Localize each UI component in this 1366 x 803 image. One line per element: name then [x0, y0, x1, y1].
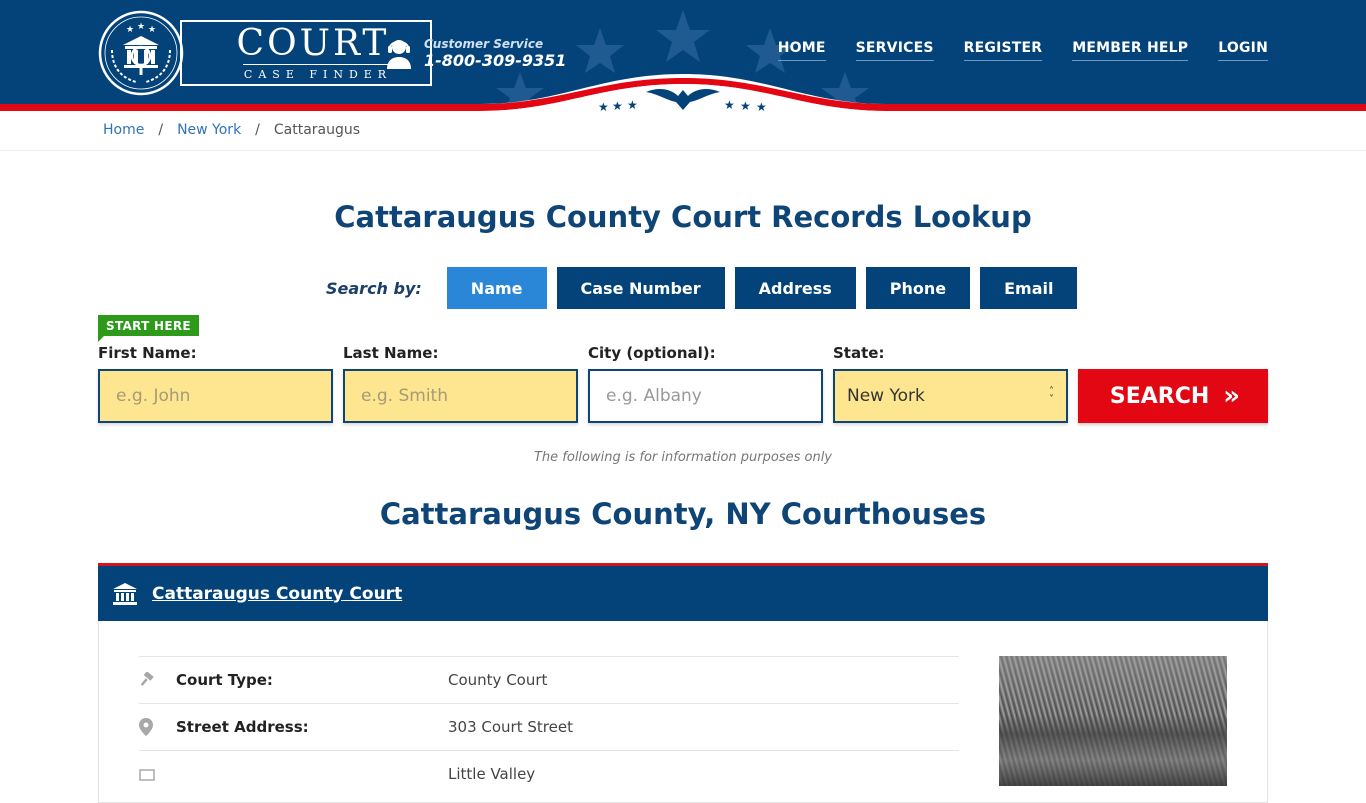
tab-phone[interactable]: Phone	[865, 267, 971, 309]
svg-text:★: ★	[598, 100, 609, 112]
svg-text:★: ★	[627, 98, 638, 112]
customer-service-phone[interactable]: 1-800-309-9351	[424, 51, 566, 70]
nav-services[interactable]: SERVICES	[855, 40, 934, 61]
last-name-label: Last Name:	[343, 344, 439, 362]
svg-text:★: ★	[740, 99, 751, 112]
city-input[interactable]: e.g. Albany	[588, 369, 823, 423]
city-group: City (optional): e.g. Albany	[588, 344, 823, 423]
svg-text:★: ★	[148, 25, 156, 35]
last-name-group: Last Name: e.g. Smith	[343, 344, 578, 423]
star-decoration	[656, 10, 710, 62]
city-icon	[139, 767, 176, 781]
courthouses-title: Cattaraugus County, NY Courthouses	[379, 497, 987, 531]
detail-label: Court Type:	[176, 671, 273, 689]
tab-name[interactable]: Name	[446, 267, 547, 309]
state-select-value: New York	[847, 386, 925, 406]
customer-service[interactable]: Customer Service 1-800-309-9351	[385, 36, 566, 70]
customer-service-label: Customer Service	[424, 36, 544, 51]
breadcrumb-home[interactable]: Home	[103, 122, 144, 138]
courthouse-icon	[113, 582, 137, 605]
logo-title: COURT	[236, 22, 390, 64]
detail-label: Street Address:	[176, 718, 309, 736]
first-name-input[interactable]: e.g. John	[98, 369, 333, 423]
last-name-input[interactable]: e.g. Smith	[343, 369, 578, 423]
svg-text:★: ★	[612, 99, 623, 112]
nav-login[interactable]: LOGIN	[1218, 40, 1268, 61]
map-pin-icon	[139, 718, 176, 736]
nav-home[interactable]: HOME	[777, 40, 826, 61]
svg-text:★: ★	[756, 100, 767, 112]
courthouse-emblem-icon: ★ ★ ★	[98, 10, 184, 96]
tab-email[interactable]: Email	[980, 267, 1078, 309]
breadcrumb-separator: /	[255, 122, 260, 138]
tab-case-number[interactable]: Case Number	[556, 267, 725, 309]
double-chevron-right-icon: »	[1223, 381, 1240, 411]
select-updown-icon: ˄ ˅	[1049, 386, 1054, 405]
breadcrumb-separator: /	[158, 122, 164, 138]
state-group: State: New York ˄ ˅	[833, 344, 1068, 423]
logo-divider	[243, 63, 393, 65]
state-label: State:	[833, 344, 885, 362]
info-disclaimer: The following is for information purpose…	[533, 450, 833, 465]
page-title: Cattaraugus County Court Records Lookup	[334, 200, 1032, 234]
court-card-header: Cattaraugus County Court	[98, 563, 1268, 621]
court-name-link[interactable]: Cattaraugus County Court	[152, 584, 402, 604]
site-logo[interactable]: ★ ★ ★ COURT CASE FINDER	[98, 10, 432, 96]
search-by-tabs: Search by: Name Case Number Address Phon…	[326, 267, 1087, 309]
breadcrumb-divider	[0, 150, 1366, 151]
detail-row-city: Little Valley	[139, 750, 959, 797]
nav-member-help[interactable]: MEMBER HELP	[1072, 40, 1189, 61]
courthouse-photo	[999, 656, 1227, 786]
gavel-icon	[139, 672, 176, 688]
breadcrumb: Home / New York / Cattaraugus	[103, 122, 360, 138]
headset-support-icon	[387, 40, 411, 69]
customer-service-text: Customer Service 1-800-309-9351	[424, 37, 566, 70]
tab-address[interactable]: Address	[734, 267, 856, 309]
city-label: City (optional):	[588, 344, 716, 362]
breadcrumb-state[interactable]: New York	[177, 122, 241, 138]
search-button[interactable]: SEARCH »	[1078, 369, 1268, 423]
court-card: Cattaraugus County Court Court Type: Cou…	[98, 563, 1268, 803]
search-button-label: SEARCH	[1109, 383, 1210, 409]
breadcrumb-current: Cattaraugus	[273, 122, 361, 138]
court-details: Court Type: County Court Street Address:…	[139, 656, 959, 797]
detail-row-court-type: Court Type: County Court	[139, 656, 959, 703]
detail-row-street-address: Street Address: 303 Court Street	[139, 703, 959, 750]
search-by-label: Search by:	[326, 278, 422, 298]
first-name-label: First Name:	[98, 344, 197, 362]
logo-subtitle: CASE FINDER	[243, 67, 393, 81]
site-header: ★ ★ ★ ★ ★ ★ ★ ★ ★ COURT CASE FINDER Cust…	[0, 0, 1366, 112]
detail-value: County Court	[448, 671, 548, 689]
star-decoration	[576, 28, 624, 73]
svg-text:★: ★	[126, 25, 134, 35]
start-here-badge: START HERE	[98, 315, 199, 342]
detail-value: 303 Court Street	[448, 718, 573, 736]
svg-text:★: ★	[137, 22, 145, 32]
svg-text:★: ★	[724, 98, 735, 112]
state-select[interactable]: New York ˄ ˅	[833, 369, 1068, 423]
first-name-group: First Name: e.g. John	[98, 344, 333, 423]
main-nav: HOME SERVICES REGISTER MEMBER HELP LOGIN	[748, 40, 1268, 61]
nav-register[interactable]: REGISTER	[963, 40, 1043, 61]
